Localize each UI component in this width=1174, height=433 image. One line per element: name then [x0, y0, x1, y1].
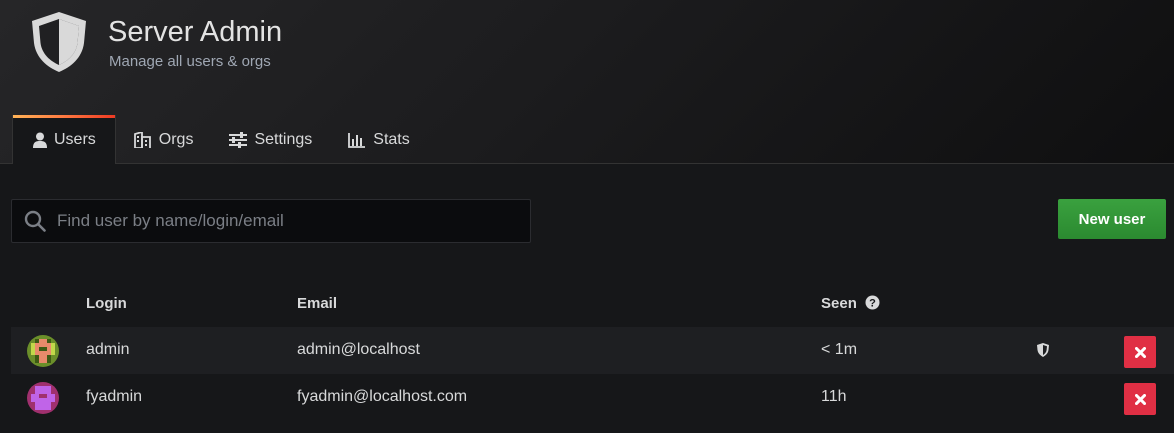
column-header-seen[interactable]: Seen ? [821, 295, 880, 312]
bar-chart-icon [348, 132, 366, 148]
page-title: Server Admin [108, 16, 283, 48]
tab-users[interactable]: Users [12, 115, 116, 164]
user-login[interactable]: fyadmin [86, 388, 142, 406]
svg-text:?: ? [869, 298, 876, 310]
column-header-email[interactable]: Email [297, 295, 337, 312]
user-email[interactable]: admin@localhost [297, 341, 420, 359]
avatar [27, 382, 59, 414]
delete-user-button[interactable] [1124, 336, 1156, 368]
tab-orgs[interactable]: Orgs [116, 115, 212, 164]
table-row[interactable]: admin admin@localhost < 1m [11, 327, 1174, 374]
user-last-seen: 11h [821, 388, 847, 405]
user-last-seen: < 1m [821, 341, 858, 358]
tab-stats-label: Stats [373, 130, 410, 148]
building-icon [133, 131, 151, 148]
close-icon [1134, 393, 1146, 405]
page-header: Server Admin Manage all users & orgs Use… [0, 0, 1174, 164]
avatar [27, 335, 59, 367]
tab-bar: Users Orgs Settings Stats [12, 115, 428, 164]
sliders-icon [229, 131, 248, 148]
tab-stats[interactable]: Stats [330, 115, 427, 164]
table-row[interactable]: fyadmin fyadmin@localhost.com 11h [11, 374, 1174, 421]
admin-shield-icon [1037, 343, 1049, 357]
user-icon [33, 132, 47, 148]
search-input[interactable] [57, 211, 517, 231]
user-login[interactable]: admin [86, 341, 130, 359]
new-user-button[interactable]: New user [1058, 199, 1166, 239]
column-header-seen-label: Seen [821, 295, 857, 312]
close-icon [1134, 346, 1146, 358]
tab-orgs-label: Orgs [158, 130, 194, 148]
page-subtitle: Manage all users & orgs [109, 53, 271, 70]
user-email[interactable]: fyadmin@localhost.com [297, 388, 467, 406]
tab-settings-label: Settings [254, 130, 313, 148]
tab-settings[interactable]: Settings [211, 115, 330, 164]
search-icon [24, 210, 46, 232]
search-box [11, 199, 531, 243]
tab-users-label: Users [54, 130, 96, 148]
shield-logo-icon [32, 12, 86, 72]
delete-user-button[interactable] [1124, 383, 1156, 415]
question-circle-icon[interactable]: ? [865, 295, 880, 310]
column-header-login[interactable]: Login [86, 295, 127, 312]
